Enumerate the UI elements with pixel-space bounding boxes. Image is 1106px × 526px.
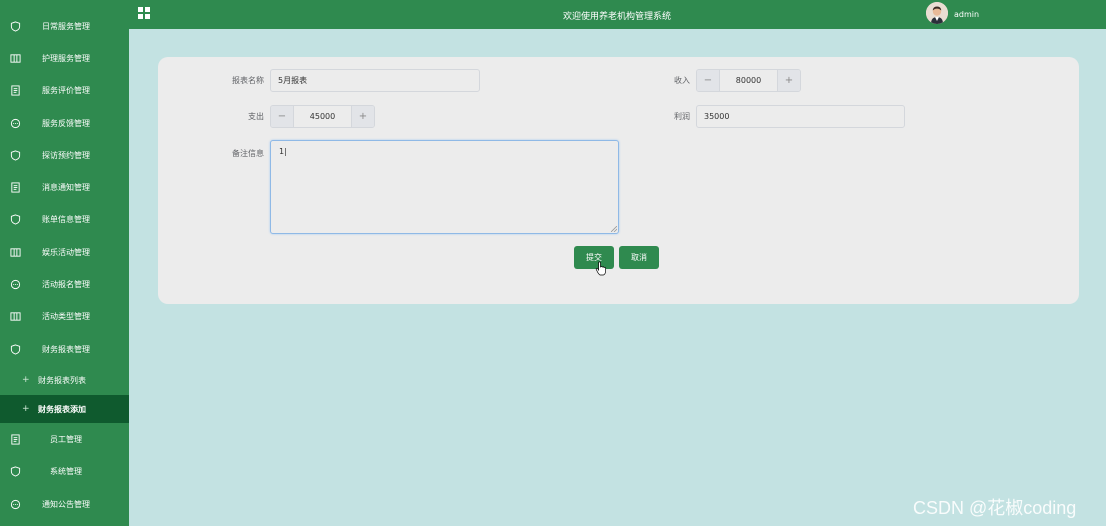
document-icon <box>10 85 21 96</box>
remark-text: 1| <box>279 147 287 156</box>
sidebar-subitem-report-add[interactable]: + 财务报表添加 <box>0 395 129 423</box>
report-name-input[interactable]: 5月报表 <box>270 69 480 92</box>
sidebar-item-label: 服务评价管理 <box>42 86 90 95</box>
sidebar-item-billing[interactable]: 账单信息管理 <box>0 205 129 234</box>
sidebar-item-label: 娱乐活动管理 <box>42 248 90 257</box>
shield-icon <box>10 344 21 355</box>
chat-icon <box>10 118 21 129</box>
sidebar-item-label: 探访预约管理 <box>42 151 90 160</box>
sidebar-item-label: 账单信息管理 <box>42 215 90 224</box>
profit-label: 利润 <box>674 112 690 121</box>
sidebar-item-daily-service[interactable]: 日常服务管理 <box>0 12 129 41</box>
sidebar-item-finance-report[interactable]: 财务报表管理 <box>0 335 129 364</box>
shield-icon <box>10 21 21 32</box>
chat-icon <box>10 279 21 290</box>
expense-decrement-button[interactable]: − <box>271 106 294 127</box>
sidebar-item-label: 护理服务管理 <box>42 54 90 63</box>
sidebar-item-recreation[interactable]: 娱乐活动管理 <box>0 238 129 267</box>
income-label: 收入 <box>674 76 690 85</box>
columns-icon <box>10 247 21 258</box>
report-name-label: 报表名称 <box>232 76 264 85</box>
income-stepper: − 80000 + <box>696 69 801 92</box>
sidebar-item-label: 活动报名管理 <box>42 280 90 289</box>
chat-icon <box>10 499 21 510</box>
user-name[interactable]: admin <box>954 10 979 19</box>
income-value[interactable]: 80000 <box>720 70 777 91</box>
sidebar-item-label: 员工管理 <box>50 435 82 444</box>
remark-label: 备注信息 <box>232 149 264 158</box>
sidebar-item-label: 消息通知管理 <box>42 183 90 192</box>
plus-icon: + <box>22 375 30 385</box>
watermark: CSDN @花椒coding <box>913 498 1077 518</box>
income-decrement-button[interactable]: − <box>697 70 720 91</box>
sidebar-subitem-label: 财务报表列表 <box>38 375 86 385</box>
expense-value[interactable]: 45000 <box>294 106 351 127</box>
sidebar-item-label: 活动类型管理 <box>42 312 90 321</box>
columns-icon <box>10 311 21 322</box>
sidebar-subitem-report-list[interactable]: + 财务报表列表 <box>0 366 129 394</box>
sidebar-item-service-review[interactable]: 服务评价管理 <box>0 76 129 105</box>
expense-increment-button[interactable]: + <box>351 106 374 127</box>
sidebar-item-label: 日常服务管理 <box>42 22 90 31</box>
menu-grid-icon[interactable] <box>138 7 150 19</box>
sidebar-item-label: 财务报表管理 <box>42 345 90 354</box>
sidebar-item-system[interactable]: 系统管理 <box>0 457 129 486</box>
sidebar-item-activity-type[interactable]: 活动类型管理 <box>0 302 129 331</box>
sidebar-item-notification[interactable]: 消息通知管理 <box>0 173 129 202</box>
sidebar-subitem-label: 财务报表添加 <box>38 404 86 414</box>
sidebar-item-announcement[interactable]: 通知公告管理 <box>0 490 129 519</box>
top-header: 欢迎使用养老机构管理系统 admin <box>129 0 1106 29</box>
form-card: 报表名称 5月报表 收入 − 80000 + 支出 − 45000 + 利润 3… <box>158 57 1079 304</box>
cancel-button[interactable]: 取消 <box>619 246 659 269</box>
shield-icon <box>10 466 21 477</box>
sidebar-item-visit-booking[interactable]: 探访预约管理 <box>0 141 129 170</box>
sidebar-item-activity-signup[interactable]: 活动报名管理 <box>0 270 129 299</box>
expense-label: 支出 <box>248 112 264 121</box>
remark-textarea[interactable]: 1| <box>270 140 619 234</box>
sidebar-item-label: 通知公告管理 <box>42 500 90 509</box>
avatar[interactable] <box>926 2 948 24</box>
sidebar-item-label: 服务反馈管理 <box>42 119 90 128</box>
document-icon <box>10 182 21 193</box>
sidebar-item-staff[interactable]: 员工管理 <box>0 425 129 454</box>
plus-icon: + <box>22 404 30 414</box>
income-increment-button[interactable]: + <box>777 70 800 91</box>
expense-stepper: − 45000 + <box>270 105 375 128</box>
profit-input[interactable]: 35000 <box>696 105 905 128</box>
site-title: 欢迎使用养老机构管理系统 <box>563 12 672 22</box>
sidebar-item-label: 系统管理 <box>50 467 82 476</box>
sidebar-item-service-feedback[interactable]: 服务反馈管理 <box>0 109 129 138</box>
shield-icon <box>10 150 21 161</box>
sidebar-item-nursing-service[interactable]: 护理服务管理 <box>0 44 129 73</box>
submit-button[interactable]: 提交 <box>574 246 614 269</box>
columns-icon <box>10 53 21 64</box>
document-icon <box>10 434 21 445</box>
hand-cursor-icon <box>595 261 606 276</box>
resize-handle-icon[interactable] <box>611 226 617 232</box>
shield-icon <box>10 214 21 225</box>
sidebar: 日常服务管理 护理服务管理 服务评价管理 服务反馈管理 探访预约管理 消息通知管… <box>0 0 129 526</box>
